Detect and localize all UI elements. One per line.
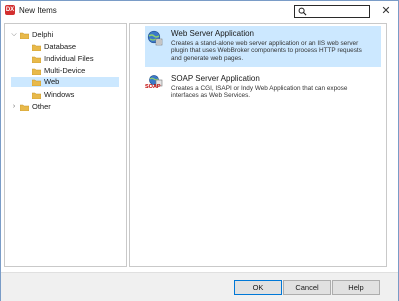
tree-item-label: Other: [32, 102, 51, 111]
dialog-title: New Items: [19, 6, 57, 15]
folder-icon: [32, 79, 41, 86]
tree-item-database[interactable]: Database: [6, 42, 125, 52]
folder-icon: [32, 44, 41, 51]
item-web-server-application[interactable]: Web Server Application Creates a stand-a…: [145, 26, 381, 67]
tree-item-label: Individual Files: [44, 54, 94, 63]
chevron-down-icon[interactable]: ⌵: [10, 30, 18, 40]
app-icon: DX: [5, 5, 15, 15]
tree-item-multi-device[interactable]: Multi-Device: [6, 66, 125, 76]
search-icon: [298, 7, 307, 16]
tree-item-windows[interactable]: Windows: [6, 90, 125, 100]
tree-item-label: Multi-Device: [44, 66, 86, 75]
search-input[interactable]: [294, 5, 370, 18]
item-description: Creates a CGI, ISAPI or Indy Web Applica…: [171, 85, 348, 100]
cancel-button[interactable]: Cancel: [283, 280, 331, 295]
tree-item-delphi[interactable]: ⌵ Delphi: [6, 30, 125, 40]
item-title: Web Server Application: [171, 29, 255, 38]
item-description: Creates a stand-alone web server applica…: [171, 40, 362, 62]
chevron-right-icon[interactable]: ›: [10, 102, 18, 112]
close-button[interactable]: ✕: [379, 4, 393, 18]
item-soap-server-application[interactable]: SOAP SOAP Server Application Creates a C…: [145, 71, 381, 105]
folder-icon: [32, 56, 41, 63]
title-bar: DX New Items ✕: [1, 1, 398, 21]
tree-item-label: Delphi: [32, 30, 54, 39]
category-tree: ⌵ Delphi Database Individual Files Multi…: [4, 23, 127, 267]
soap-label: SOAP: [145, 84, 161, 90]
ok-button[interactable]: OK: [234, 280, 282, 295]
folder-icon: [32, 68, 41, 75]
tree-item-individual-files[interactable]: Individual Files: [6, 54, 125, 64]
tree-item-label: Database: [44, 42, 77, 51]
item-title: SOAP Server Application: [171, 74, 260, 83]
item-list: Web Server Application Creates a stand-a…: [129, 23, 387, 267]
folder-icon: [32, 92, 41, 99]
tree-item-other[interactable]: › Other: [6, 102, 125, 112]
help-button[interactable]: Help: [332, 280, 380, 295]
tree-item-web[interactable]: Web: [11, 77, 119, 87]
tree-item-label: Windows: [44, 90, 75, 99]
folder-icon: [20, 104, 29, 111]
tree-item-label: Web: [44, 77, 60, 86]
folder-icon: [20, 32, 29, 39]
globe-server-icon: [147, 30, 163, 46]
dialog-footer: OK Cancel Help: [1, 272, 398, 301]
new-items-dialog: DX New Items ✕ ⌵ Delphi Database Individ…: [0, 0, 399, 301]
